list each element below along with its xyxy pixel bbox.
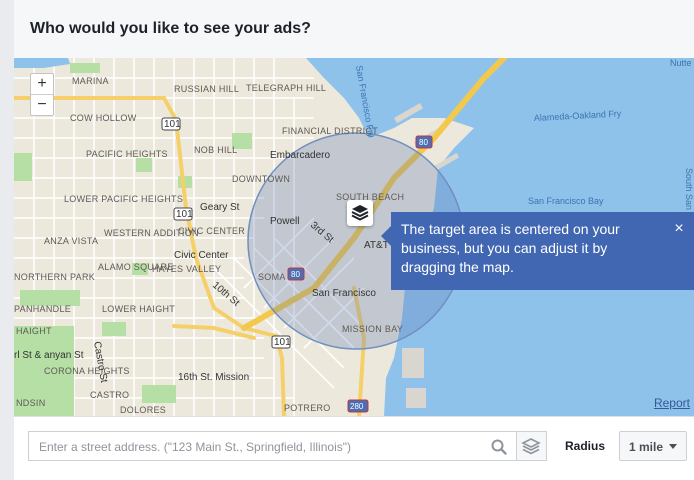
map-label-civic-center: Civic Center (174, 250, 229, 261)
map-label-russian-hill: RUSSIAN HILL (174, 84, 239, 94)
street-label-geary: Geary St (200, 202, 240, 213)
map-label-nob-hill: NOB HILL (194, 145, 237, 155)
map-label-transit-stop: rl St & anyan St (14, 350, 84, 361)
map-label-downtown: DOWNTOWN (232, 174, 290, 184)
layers-icon (351, 205, 369, 221)
location-search-bar: Radius 1 mile (14, 416, 694, 475)
map-label-corona-heights: CORONA HEIGHTS (44, 366, 130, 376)
map-label-16th-st-mission: 16th St. Mission (178, 372, 249, 383)
location-map[interactable]: 101 101 101 80 80 280 MARINA RUSSIAN HIL… (14, 58, 694, 416)
chevron-down-icon (669, 444, 677, 449)
map-label-mission-bay: MISSION BAY (342, 324, 403, 334)
zoom-in-button[interactable]: + (31, 74, 53, 94)
radius-label: Radius (565, 439, 606, 453)
radius-dropdown[interactable]: 1 mile (619, 431, 687, 461)
map-label-lower-pacific-heights: LOWER PACIFIC HEIGHTS (64, 194, 183, 204)
map-label-civic-center-area: CIVIC CENTER (178, 226, 245, 236)
ad-audience-panel: Who would you like to see your ads? 101 … (14, 0, 694, 480)
map-label-hayes-valley: HAYES VALLEY (152, 264, 221, 274)
map-label-soma: SOMA (258, 272, 286, 282)
address-input-wrapper (28, 431, 517, 462)
map-label-haight: HAIGHT (16, 326, 52, 336)
map-label-anza-vista: ANZA VISTA (44, 236, 98, 246)
close-icon[interactable]: × (670, 220, 688, 238)
map-label-northern-park: NORTHERN PARK (14, 272, 95, 282)
map-label-potrero: POTRERO (284, 403, 331, 413)
tooltip-text: The target area is centered on your busi… (401, 221, 620, 275)
map-tooltip: The target area is centered on your busi… (381, 212, 694, 290)
business-marker[interactable] (347, 200, 373, 226)
panel-header: Who would you like to see your ads? (14, 0, 694, 58)
svg-text:101: 101 (274, 337, 291, 348)
zoom-controls: + − (30, 73, 54, 116)
svg-text:101: 101 (164, 119, 181, 130)
map-label-embarcadero: Embarcadero (270, 150, 330, 161)
map-label-panhandle: PANHANDLE (14, 304, 71, 314)
svg-text:280: 280 (350, 402, 364, 411)
address-input[interactable] (37, 432, 481, 462)
water-label-san-francisco-bay: San Francisco Bay (528, 196, 604, 206)
tooltip-arrow (381, 226, 391, 246)
zoom-out-button[interactable]: − (31, 94, 53, 115)
water-label-nutte: Nutte (670, 58, 692, 68)
map-label-telegraph-hill: TELEGRAPH HILL (246, 83, 326, 93)
svg-text:80: 80 (291, 270, 300, 279)
map-label-dolores: DOLORES (120, 405, 166, 415)
radius-value: 1 mile (629, 440, 664, 454)
map-label-san-francisco: San Francisco (312, 288, 376, 299)
map-label-ndsin: NDSIN (16, 398, 46, 408)
map-label-castro: CASTRO (90, 390, 129, 400)
map-layers-button[interactable] (517, 431, 547, 461)
map-label-powell: Powell (270, 216, 299, 227)
svg-text:80: 80 (419, 138, 428, 147)
search-icon[interactable] (490, 438, 508, 456)
svg-text:101: 101 (176, 209, 193, 220)
map-label-lower-haight: LOWER HAIGHT (102, 304, 175, 314)
page-title: Who would you like to see your ads? (30, 20, 311, 37)
report-link[interactable]: Report (654, 396, 690, 410)
map-label-pacific-heights: PACIFIC HEIGHTS (86, 149, 168, 159)
map-label-cow-hollow: COW HOLLOW (70, 113, 137, 123)
map-label-financial-district: FINANCIAL DISTRICT (282, 126, 378, 136)
map-label-marina: MARINA (72, 76, 109, 86)
layers-icon (521, 438, 541, 455)
